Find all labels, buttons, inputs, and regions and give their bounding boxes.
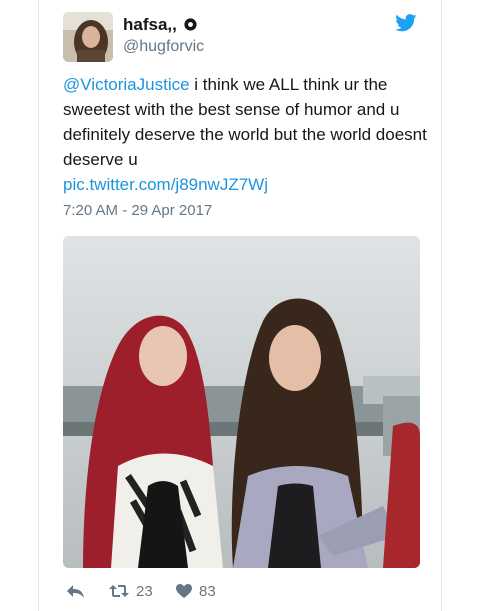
avatar[interactable] — [63, 12, 113, 62]
like-count: 83 — [199, 582, 216, 600]
retweet-count: 23 — [136, 582, 153, 600]
media-photo — [63, 236, 420, 568]
display-name-text: hafsa,, — [123, 15, 177, 34]
media-image[interactable] — [63, 236, 420, 568]
heart-icon — [176, 584, 192, 598]
badge-icon — [184, 18, 197, 31]
twitter-bird-icon[interactable] — [395, 14, 417, 32]
mention-link[interactable]: @VictoriaJustice — [63, 75, 190, 94]
retweet-button[interactable]: 23 — [108, 580, 153, 602]
display-name[interactable]: hafsa,, — [123, 15, 198, 35]
like-button[interactable]: 83 — [175, 580, 216, 602]
media-link[interactable]: pic.twitter.com/j89nwJZ7Wj — [63, 175, 268, 194]
avatar-photo — [63, 12, 113, 62]
retweet-icon — [109, 585, 129, 597]
tweet-card: hafsa,, @hugforvic @VictoriaJustice i th… — [38, 0, 442, 611]
tweet-actions: 23 83 — [63, 580, 423, 602]
tweet-timestamp[interactable]: 7:20 AM - 29 Apr 2017 — [63, 202, 212, 219]
tweet-text: @VictoriaJustice i think we ALL think ur… — [63, 72, 429, 197]
reply-icon — [67, 585, 84, 598]
user-handle[interactable]: @hugforvic — [123, 38, 204, 56]
reply-button[interactable] — [65, 580, 85, 602]
